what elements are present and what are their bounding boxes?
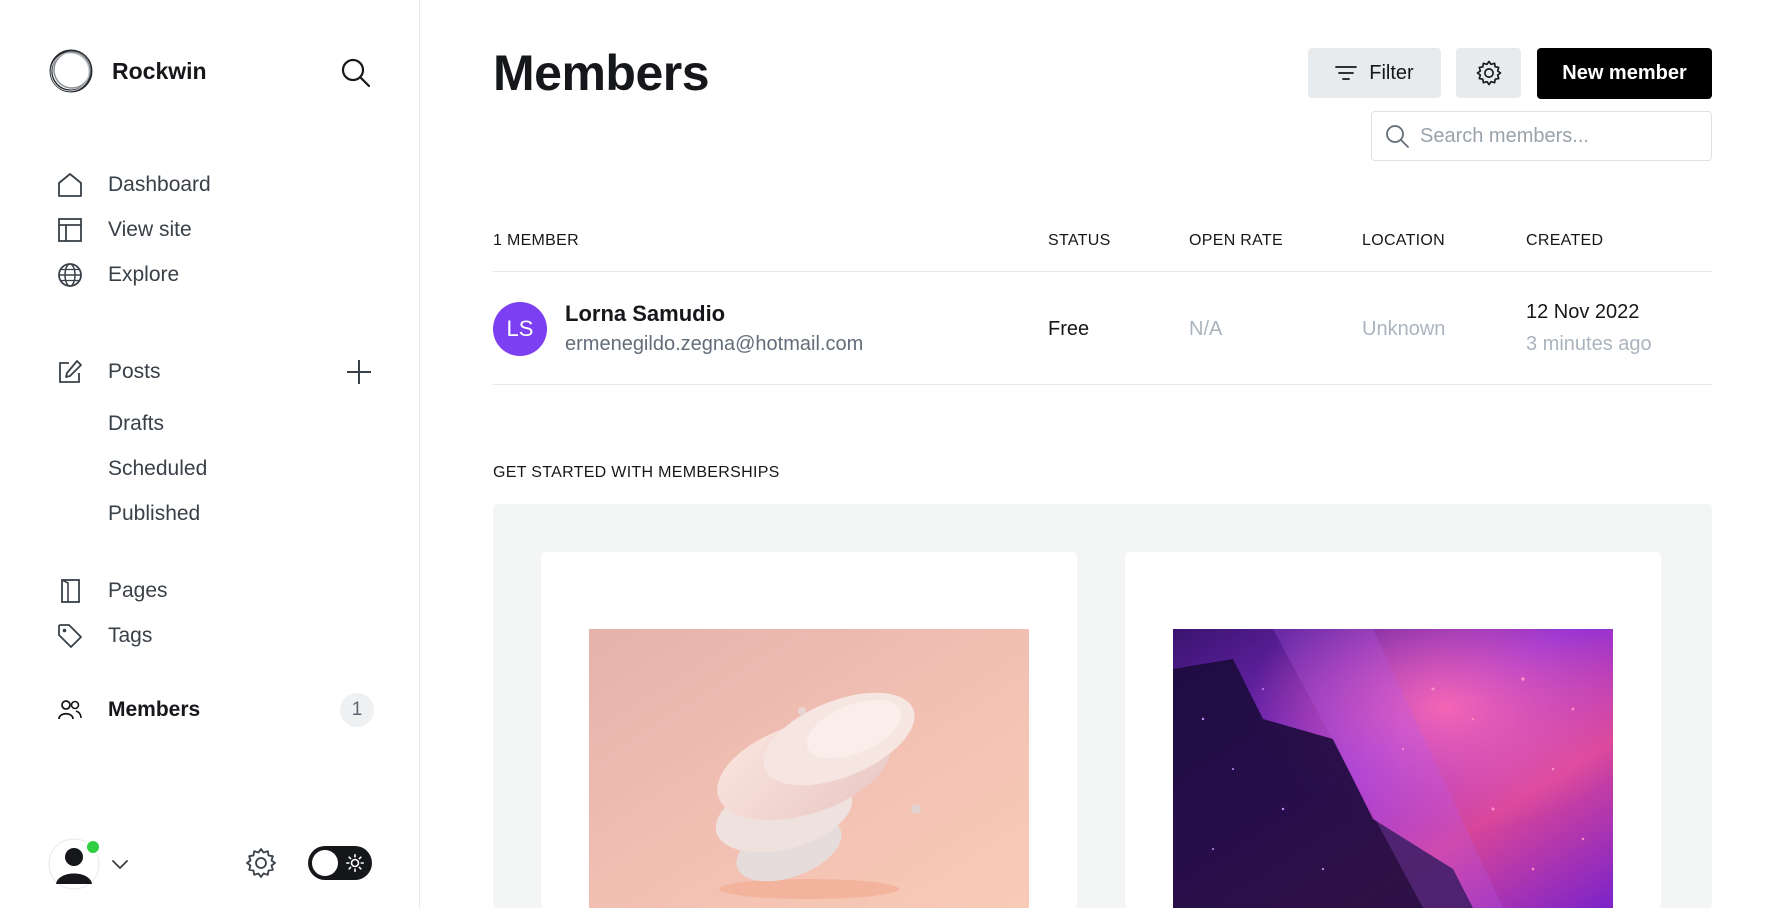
search-icon[interactable] [338, 55, 374, 91]
member-name: Lorna Samudio [565, 301, 726, 326]
chevron-down-icon[interactable] [110, 854, 130, 874]
sidebar-item-scheduled[interactable]: Scheduled [108, 449, 207, 489]
column-header-status[interactable]: STATUS [1048, 232, 1111, 250]
online-status-dot [85, 839, 101, 855]
search-members-box[interactable] [1371, 111, 1712, 161]
brand[interactable]: Rockwin [48, 48, 207, 94]
sidebar-item-pages[interactable]: Pages [56, 571, 376, 611]
add-post-icon[interactable] [342, 355, 376, 389]
member-location: Unknown [1362, 318, 1446, 340]
membership-card-1[interactable] [541, 552, 1077, 908]
sidebar-item-drafts[interactable]: Drafts [108, 404, 164, 444]
page-title: Members [493, 45, 710, 101]
member-created-ago: 3 minutes ago [1526, 333, 1652, 355]
tag-icon [56, 622, 84, 650]
member-status: Free [1048, 318, 1090, 340]
members-count-badge: 1 [340, 693, 374, 727]
search-icon [1386, 125, 1409, 148]
new-member-button[interactable]: New member [1537, 48, 1712, 99]
sidebar-item-view-site[interactable]: View site [56, 210, 376, 250]
member-email: ermenegildo.zegna@hotmail.com [565, 333, 864, 355]
sidebar-item-explore[interactable]: Explore [56, 255, 376, 295]
users-icon [56, 696, 84, 724]
member-avatar: LS [493, 302, 547, 356]
get-started-title: GET STARTED WITH MEMBERSHIPS [493, 464, 780, 481]
filter-label: Filter [1369, 61, 1414, 84]
column-header-open-rate[interactable]: OPEN RATE [1189, 232, 1283, 250]
filter-icon [1335, 66, 1358, 80]
globe-icon [56, 261, 84, 289]
sidebar-item-dashboard[interactable]: Dashboard [56, 165, 376, 205]
sidebar-item-label: Dashboard [108, 173, 211, 196]
member-open-rate: N/A [1189, 318, 1223, 340]
page-icon [56, 577, 84, 605]
column-header-member: 1 MEMBER [493, 232, 579, 249]
row-divider [493, 384, 1712, 385]
sidebar-item-posts[interactable]: Posts [56, 352, 376, 392]
sidebar-item-tags[interactable]: Tags [56, 616, 376, 656]
sidebar-item-label: Tags [108, 624, 153, 647]
sidebar: Rockwin Dashboard View site Explore Post… [0, 0, 420, 908]
brand-name: Rockwin [112, 57, 207, 84]
settings-gear-icon[interactable] [244, 846, 278, 880]
header-divider [493, 271, 1712, 272]
sidebar-item-label: Posts [108, 360, 161, 383]
sidebar-item-published[interactable]: Published [108, 494, 200, 534]
home-icon [56, 171, 84, 199]
brand-logo-icon [49, 49, 93, 93]
abstract-shape-image [589, 629, 1029, 908]
pencil-square-icon [56, 358, 84, 386]
theme-toggle[interactable] [308, 846, 372, 880]
sidebar-item-label: View site [108, 218, 192, 241]
toggle-knob [312, 850, 338, 876]
sidebar-item-label: Explore [108, 263, 180, 286]
membership-card-2[interactable] [1125, 552, 1661, 908]
sidebar-item-members[interactable]: Members [56, 690, 376, 730]
gear-icon [1476, 60, 1501, 86]
sidebar-item-label: Members [108, 698, 201, 721]
search-members-input[interactable] [1420, 124, 1700, 148]
filter-button[interactable]: Filter [1308, 48, 1441, 98]
members-settings-button[interactable] [1456, 48, 1521, 98]
purple-space-image [1173, 629, 1613, 908]
sidebar-item-label: Pages [108, 579, 168, 602]
layout-icon [56, 216, 84, 244]
sun-icon [346, 854, 364, 872]
column-header-created[interactable]: CREATED [1526, 232, 1603, 250]
column-header-location[interactable]: LOCATION [1362, 232, 1445, 250]
member-created-date: 12 Nov 2022 [1526, 301, 1640, 323]
